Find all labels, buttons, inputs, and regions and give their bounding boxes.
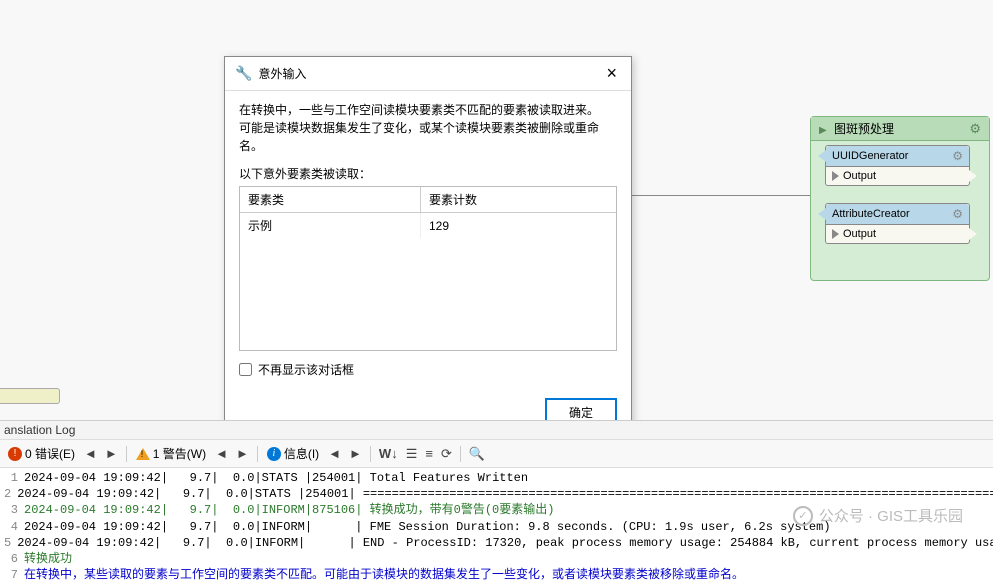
error-icon: ! [8,447,22,461]
log-line[interactable]: 7在转换中，某些读取的要素与工作空间的要素类不匹配。可能由于读模块的数据集发生了… [4,567,989,583]
checkbox-input[interactable] [239,363,252,376]
connection-line [630,195,810,196]
separator [126,446,127,462]
log-line[interactable]: 6转换成功 [4,551,989,567]
expand-icon[interactable]: ▶ [819,125,827,136]
bookmark-title: 图斑预处理 [834,122,894,136]
next-info-button[interactable]: ► [346,446,365,461]
port-arrow-icon [832,229,839,239]
feature-types-table[interactable]: 要素类 要素计数 示例 129 [239,186,617,351]
transformer-uuidgenerator[interactable]: UUIDGenerator ⚙ Output [825,145,970,186]
next-error-button[interactable]: ► [102,446,121,461]
info-icon: i [267,447,281,461]
table-row[interactable]: 示例 129 [240,213,616,239]
dialog-icon: 🔧 [235,65,252,82]
table-label: 以下意外要素类被读取： [239,165,617,182]
prev-error-button[interactable]: ◄ [81,446,100,461]
log-line[interactable]: 42024-09-04 19:09:42| 9.7| 0.0|INFORM| |… [4,519,989,535]
checkbox-label: 不再显示该对话框 [258,361,354,378]
log-line[interactable]: 32024-09-04 19:09:42| 9.7| 0.0|INFORM|87… [4,502,989,518]
dont-show-again-checkbox[interactable]: 不再显示该对话框 [239,361,617,378]
warnings-filter-button[interactable]: 1 警告(W) [132,443,210,464]
toggle-bold-button[interactable]: W↓ [376,446,401,461]
port-label: Output [843,170,876,182]
log-line[interactable]: 22024-09-04 19:09:42| 9.7| 0.0|STATS |25… [4,486,989,502]
transformer-header[interactable]: UUIDGenerator ⚙ [826,146,969,167]
transformer-name: AttributeCreator [832,208,910,220]
table-header-name[interactable]: 要素类 [240,187,420,213]
dialog-message: 在转换中，一些与工作空间读模块要素类不匹配的要素被读取进来。 可能是读模块数据集… [239,101,617,155]
log-content[interactable]: 12024-09-04 19:09:42| 9.7| 0.0|STATS |25… [0,468,993,585]
gear-icon[interactable]: ⚙ [952,149,963,163]
log-line[interactable]: 12024-09-04 19:09:42| 9.7| 0.0|STATS |25… [4,470,989,486]
bookmark-header[interactable]: ▶ 图斑预处理 ⚙ [811,117,989,141]
warning-icon [136,448,150,460]
unexpected-input-dialog: 🔧 意外输入 × 在转换中，一些与工作空间读模块要素类不匹配的要素被读取进来。 … [224,56,632,442]
list2-button[interactable]: ≡ [422,446,436,461]
next-warning-button[interactable]: ► [233,446,252,461]
transformer-header[interactable]: AttributeCreator ⚙ [826,204,969,225]
dialog-body: 在转换中，一些与工作空间读模块要素类不匹配的要素被读取进来。 可能是读模块数据集… [225,91,631,388]
separator [370,446,371,462]
bookmark-group[interactable]: ▶ 图斑预处理 ⚙ [810,116,990,281]
table-header-count[interactable]: 要素计数 [420,187,616,213]
separator [257,446,258,462]
list-button[interactable]: ☰ [403,446,421,462]
dialog-titlebar[interactable]: 🔧 意外输入 × [225,57,631,91]
canvas-node-peek [0,388,60,404]
transformer-output-port[interactable]: Output [826,167,969,185]
refresh-button[interactable]: ⟳ [438,446,455,462]
prev-info-button[interactable]: ◄ [325,446,344,461]
gear-icon[interactable]: ⚙ [952,207,963,221]
log-toolbar: ! 0 错误(E) ◄ ► 1 警告(W) ◄ ► i 信息(I) ◄ ► W↓… [0,440,993,468]
port-arrow-icon [832,171,839,181]
cell-name: 示例 [240,213,420,239]
dialog-title: 意外输入 [258,65,306,82]
info-filter-button[interactable]: i 信息(I) [263,443,323,464]
transformer-name: UUIDGenerator [832,150,908,162]
cell-count: 129 [420,213,616,239]
log-line[interactable]: 52024-09-04 19:09:42| 9.7| 0.0|INFORM| |… [4,535,989,551]
port-label: Output [843,228,876,240]
log-panel-title: anslation Log [0,421,993,440]
transformer-output-port[interactable]: Output [826,225,969,243]
search-button[interactable]: 🔍 [466,446,488,462]
separator [460,446,461,462]
errors-filter-button[interactable]: ! 0 错误(E) [4,443,79,464]
translation-log-panel: anslation Log ! 0 错误(E) ◄ ► 1 警告(W) ◄ ► … [0,420,993,554]
prev-warning-button[interactable]: ◄ [212,446,231,461]
close-icon[interactable]: × [602,63,621,84]
gear-icon[interactable]: ⚙ [969,121,981,137]
transformer-attributecreator[interactable]: AttributeCreator ⚙ Output [825,203,970,244]
